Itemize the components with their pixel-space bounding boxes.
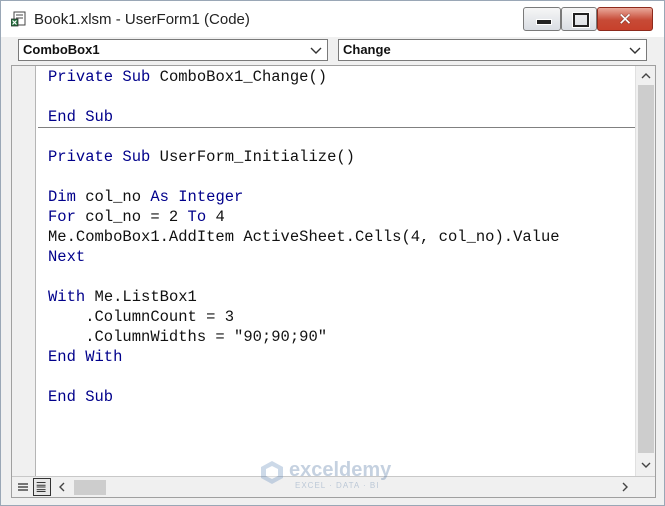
vertical-scroll-thumb[interactable] [638,85,654,453]
chevron-down-icon[interactable] [628,42,642,58]
object-dropdown-value: ComboBox1 [23,42,100,57]
code-line[interactable]: End With [48,347,122,367]
code-editor[interactable]: Private Sub ComboBox1_Change() End Sub P… [11,65,656,498]
chevron-right-icon[interactable] [617,479,633,495]
procedure-view-icon[interactable] [14,478,32,496]
minimize-icon [536,19,552,25]
watermark-brand: exceldemy [289,459,392,481]
margin-indicator-bar[interactable] [12,66,36,476]
procedure-separator [38,127,636,128]
close-button[interactable]: ✕ [597,7,653,31]
code-line[interactable]: Next [48,247,85,267]
chevron-down-icon[interactable] [309,42,323,58]
code-line[interactable]: .ColumnCount = 3 [48,307,234,327]
maximize-icon [573,13,589,27]
code-line[interactable]: Dim col_no As Integer [48,187,243,207]
vba-module-icon [11,11,26,27]
code-line[interactable]: Private Sub ComboBox1_Change() [48,67,327,87]
procedure-dropdown[interactable]: Change [338,39,647,61]
code-line-rest: ComboBox1_Change() [159,68,328,86]
close-icon: ✕ [618,10,633,29]
code-line[interactable]: With Me.ListBox1 [48,287,197,307]
chevron-down-icon[interactable] [638,457,654,473]
full-module-view-icon[interactable] [33,478,51,496]
chevron-left-icon[interactable] [54,479,70,495]
chevron-up-icon[interactable] [638,68,654,84]
code-line[interactable]: End Sub [48,387,113,407]
procedure-dropdown-value: Change [343,42,391,57]
vba-code-window: Book1.xlsm - UserForm1 (Code) ✕ ComboBox… [0,0,665,506]
code-line[interactable]: Me.ComboBox1.AddItem ActiveSheet.Cells(4… [48,227,560,247]
watermark-tagline: EXCEL · DATA · BI [295,481,380,490]
horizontal-scroll-thumb[interactable] [74,480,106,495]
exceldemy-logo-icon [261,461,283,484]
vertical-scrollbar[interactable] [635,66,655,476]
code-line[interactable]: End Sub [48,107,113,127]
code-line[interactable]: Private Sub UserForm_Initialize() [48,147,355,167]
title-bar[interactable]: Book1.xlsm - UserForm1 (Code) ✕ [1,1,664,37]
code-line[interactable]: .ColumnWidths = "90;90;90" [48,327,327,347]
maximize-button[interactable] [561,7,597,31]
object-dropdown[interactable]: ComboBox1 [18,39,328,61]
code-line[interactable]: For col_no = 2 To 4 [48,207,225,227]
window-title: Book1.xlsm - UserForm1 (Code) [34,11,250,28]
minimize-button[interactable] [523,7,561,31]
